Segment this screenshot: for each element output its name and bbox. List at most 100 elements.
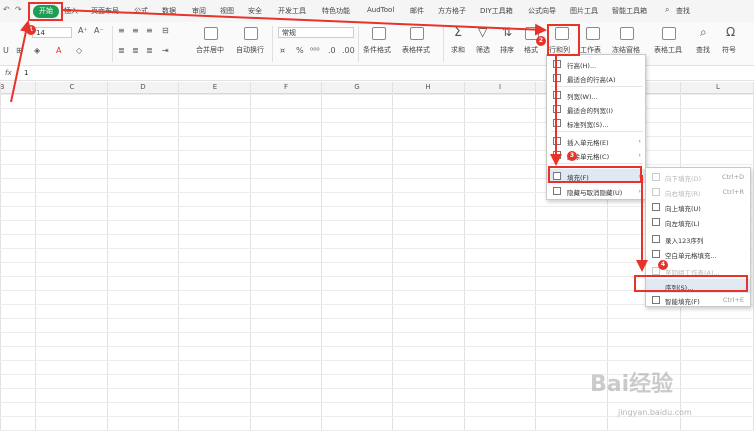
column-header[interactable]: G [321,83,393,91]
fx-icon[interactable]: fx [5,69,12,77]
underline-icon[interactable]: U [3,46,9,55]
percent-icon[interactable]: % [296,46,304,55]
shortcut-label: Ctrl+D [721,173,744,181]
border-icon[interactable]: ⊞ [16,46,23,55]
symbol-button[interactable]: 符号 [722,45,736,55]
menu-item-label: 向右填充(R) [665,190,701,198]
shortcut-label: Ctrl+E [722,296,744,304]
menu-item-hide-unhide[interactable]: 隐藏与取消隐藏(U) › [547,184,645,198]
menu-item-fill-up[interactable]: 向上填充(U) [646,200,750,214]
menu-item-label: 插入单元格(E) [567,139,609,147]
indent-icon[interactable]: ⇥ [162,46,169,55]
tab-formula[interactable]: 公式 [134,6,148,16]
grid-row-line [0,206,754,207]
tab-developer[interactable]: 开发工具 [278,6,306,16]
hide-unhide-icon [553,187,561,195]
font-size-box[interactable]: 14 [32,27,72,38]
table-style-button[interactable]: 表格样式 [402,45,430,55]
menu-item-fill-left[interactable]: 向左填充(L) [646,215,750,229]
tab-features[interactable]: 特色功能 [322,6,350,16]
font-shrink-icon[interactable]: A⁻ [94,26,104,35]
menu-item-fill-down[interactable]: 向下填充(D) Ctrl+D [646,170,750,184]
menu-separator [551,131,643,132]
fill-left-icon [652,218,660,226]
sum-button[interactable]: 求和 [451,45,465,55]
menu-item-standard-width[interactable]: 标准列宽(S)... [547,116,645,130]
column-header[interactable]: I [464,83,536,91]
filter-button[interactable]: 筛选 [476,45,490,55]
sort-button[interactable]: 排序 [500,45,514,55]
find-button[interactable]: 查找 [696,45,710,55]
tab-mail[interactable]: 邮件 [410,6,424,16]
formula-input[interactable]: 1 [24,69,28,77]
align-middle-icon[interactable]: ≡ [132,26,139,35]
currency-icon[interactable]: ¤ [280,46,285,55]
align-center-icon[interactable]: ≣ [132,46,139,55]
grid-column-line [321,82,322,431]
grid-column-line [0,82,1,431]
align-right-icon[interactable]: ≣ [146,46,153,55]
decimal-dec-icon[interactable]: .00 [342,46,355,55]
menu-item-blank-fill[interactable]: 空白单元格填充... [646,247,750,261]
tab-page-layout[interactable]: 页面布局 [91,6,119,16]
grid-column-line [35,82,36,431]
column-header[interactable]: E [179,83,251,91]
fill-color-icon[interactable]: ◈ [34,46,40,55]
decimal-inc-icon[interactable]: .0 [328,46,336,55]
grid-column-line [392,82,393,431]
tab-picture-tools[interactable]: 图片工具 [570,6,598,16]
column-header[interactable]: B [0,83,38,91]
align-top-icon[interactable]: ≡ [118,26,125,35]
tab-audtool[interactable]: AudTool [367,6,394,14]
chevron-right-icon: › [638,187,641,195]
redo-icon[interactable]: ↷ [15,5,22,14]
menu-item-row-height[interactable]: 行高(H)... [547,57,645,71]
align-bottom-icon[interactable]: ≡ [146,26,153,35]
tab-formula-wizard[interactable]: 公式向导 [528,6,556,16]
menu-item-autofit-col[interactable]: 最适合的列宽(I) [547,102,645,116]
tab-smart-tools[interactable]: 智能工具箱 [612,6,647,16]
font-color-icon[interactable]: A [56,46,61,55]
column-header[interactable]: D [107,83,179,91]
tab-insert[interactable]: 插入 [64,6,78,16]
shortcut-label: Ctrl+R [722,188,744,196]
menu-item-smart-fill[interactable]: 智能填充(F) Ctrl+E [646,293,750,307]
font-grow-icon[interactable]: A⁺ [78,26,88,35]
menu-item-col-width[interactable]: 列宽(W)... [547,88,645,102]
menu-item-label: 隐藏与取消隐藏(U) [567,189,623,197]
column-header[interactable]: H [392,83,464,91]
tab-view[interactable]: 视图 [220,6,234,16]
tab-review[interactable]: 审阅 [192,6,206,16]
auto-wrap-button[interactable]: 自动换行 [236,45,264,55]
table-tools-button[interactable]: 表格工具 [654,45,682,55]
column-header[interactable]: L [682,83,754,91]
thousands-icon[interactable]: ⁰⁰⁰ [310,46,320,55]
tab-diy[interactable]: DIY工具箱 [480,6,513,16]
grid-column-line [107,82,108,431]
merge-center-button[interactable]: 合并居中 [196,45,224,55]
menu-item-enter-123[interactable]: 录入123序列 [646,232,750,246]
menu-item-insert-cell[interactable]: 插入单元格(E) › [547,134,645,148]
align-left-icon[interactable]: ≣ [118,46,125,55]
menu-item-delete-cell[interactable]: 删除单元格(C) › [547,148,645,162]
clear-icon[interactable]: ◇ [76,46,82,55]
column-header[interactable]: F [250,83,322,91]
search-icon[interactable]: ⌕ [665,5,669,15]
orientation-icon[interactable]: ⊟ [162,26,169,35]
cond-format-button[interactable]: 条件格式 [363,45,391,55]
ribbon-separator [272,26,273,62]
menu-item-label: 智能填充(F) [665,298,700,306]
undo-icon[interactable]: ↶ [3,5,10,14]
number-format-box[interactable]: 常规 [278,27,354,38]
menu-item-label: 空白单元格填充... [665,252,717,260]
tab-security[interactable]: 安全 [248,6,262,16]
format-button[interactable]: 格式 [524,45,538,55]
search-label[interactable]: 查找 [676,6,690,16]
menu-item-autofit-row[interactable]: 最适合的行高(A) [547,71,645,85]
tab-data[interactable]: 数据 [162,6,176,16]
tab-ffgz[interactable]: 方方格子 [438,6,466,16]
menu-item-fill-right[interactable]: 向右填充(R) Ctrl+R [646,185,750,199]
highlight-start-tab [28,2,63,21]
menu-item-label: 标准列宽(S)... [567,121,609,129]
column-header[interactable]: C [36,83,108,91]
